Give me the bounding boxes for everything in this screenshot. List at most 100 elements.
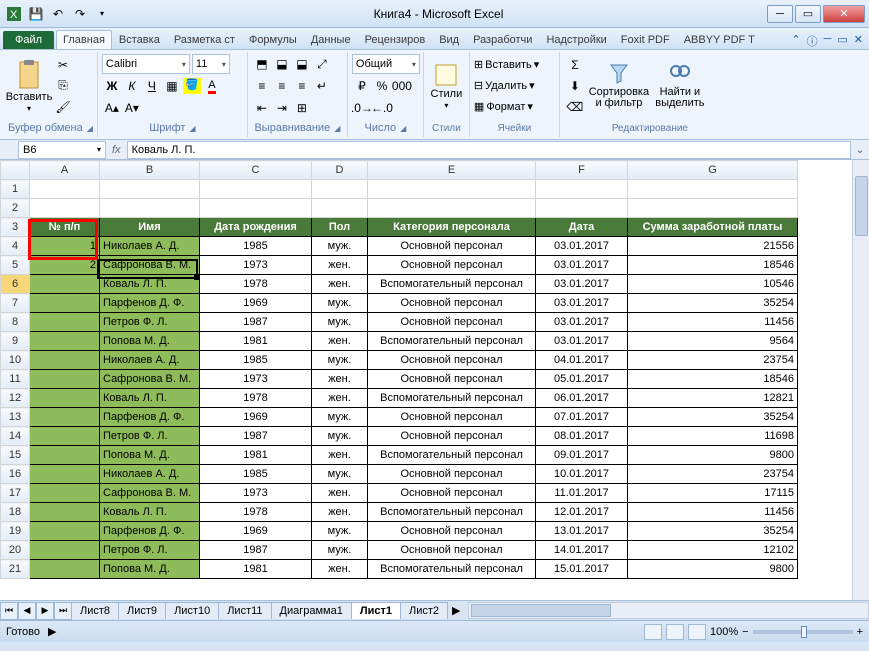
row-header[interactable]: 17 bbox=[1, 484, 30, 503]
cell-date[interactable]: 07.01.2017 bbox=[536, 408, 628, 427]
maximize-button[interactable]: ▭ bbox=[795, 5, 821, 23]
cell[interactable] bbox=[200, 199, 312, 218]
cell-dob[interactable]: 1973 bbox=[200, 370, 312, 389]
cell-sex[interactable]: жен. bbox=[312, 503, 368, 522]
row-header[interactable]: 19 bbox=[1, 522, 30, 541]
table-header-cell[interactable]: № п/п bbox=[30, 218, 100, 237]
cell-date[interactable]: 08.01.2017 bbox=[536, 427, 628, 446]
row-header[interactable]: 6 bbox=[1, 275, 30, 294]
cell-sex[interactable]: муж. bbox=[312, 427, 368, 446]
cell-name[interactable]: Сафронова В. М. bbox=[100, 256, 200, 275]
cell-num[interactable] bbox=[30, 560, 100, 579]
cell-cat[interactable]: Вспомогательный персонал bbox=[368, 332, 536, 351]
row-header[interactable]: 7 bbox=[1, 294, 30, 313]
sort-filter-button[interactable]: Сортировка и фильтр bbox=[588, 54, 650, 118]
fill-icon[interactable]: ⬇ bbox=[564, 75, 586, 96]
sheet-tab[interactable]: Лист1 bbox=[351, 602, 401, 619]
view-break-icon[interactable] bbox=[688, 624, 706, 640]
cell-num[interactable] bbox=[30, 541, 100, 560]
cell-sum[interactable]: 18546 bbox=[628, 256, 798, 275]
cell-dob[interactable]: 1978 bbox=[200, 275, 312, 294]
format-painter-icon[interactable]: 🖌 bbox=[52, 96, 74, 117]
cell-cat[interactable]: Вспомогательный персонал bbox=[368, 560, 536, 579]
cell-cat[interactable]: Основной персонал bbox=[368, 522, 536, 541]
underline-button[interactable]: Ч bbox=[142, 76, 162, 96]
font-color-button[interactable]: A bbox=[202, 76, 222, 96]
merge-icon[interactable]: ⊞ bbox=[292, 98, 312, 118]
grow-font-icon[interactable]: A▴ bbox=[102, 98, 122, 118]
doc-min-icon[interactable]: ─ bbox=[824, 33, 832, 49]
align-right-icon[interactable]: ≡ bbox=[292, 76, 312, 96]
cell-name[interactable]: Петров Ф. Л. bbox=[100, 427, 200, 446]
cell[interactable] bbox=[30, 180, 100, 199]
zoom-slider[interactable] bbox=[753, 630, 853, 634]
sheet-tab[interactable]: Диаграмма1 bbox=[271, 602, 352, 619]
tab-вставка[interactable]: Вставка bbox=[112, 30, 167, 49]
cell[interactable] bbox=[628, 199, 798, 218]
row-header[interactable]: 11 bbox=[1, 370, 30, 389]
cell-dob[interactable]: 1969 bbox=[200, 294, 312, 313]
cell-dob[interactable]: 1978 bbox=[200, 503, 312, 522]
sheet-tab[interactable]: Лист2 bbox=[400, 602, 448, 619]
cell-dob[interactable]: 1981 bbox=[200, 446, 312, 465]
cell-sex[interactable]: жен. bbox=[312, 560, 368, 579]
cell-name[interactable]: Парфенов Д. Ф. bbox=[100, 522, 200, 541]
minimize-button[interactable]: ─ bbox=[767, 5, 793, 23]
cell-cat[interactable]: Основной персонал bbox=[368, 351, 536, 370]
align-middle-icon[interactable]: ⬓ bbox=[272, 54, 292, 74]
cell-dob[interactable]: 1985 bbox=[200, 351, 312, 370]
tab-главная[interactable]: Главная bbox=[56, 30, 112, 49]
cell[interactable] bbox=[368, 180, 536, 199]
cell-sex[interactable]: муж. bbox=[312, 465, 368, 484]
currency-icon[interactable]: ₽ bbox=[352, 76, 372, 96]
cell-sex[interactable]: жен. bbox=[312, 256, 368, 275]
cell-sum[interactable]: 11698 bbox=[628, 427, 798, 446]
cell-name[interactable]: Парфенов Д. Ф. bbox=[100, 294, 200, 313]
cell-date[interactable]: 03.01.2017 bbox=[536, 332, 628, 351]
cell-sex[interactable]: муж. bbox=[312, 408, 368, 427]
cell[interactable] bbox=[368, 199, 536, 218]
zoom-level[interactable]: 100% bbox=[710, 626, 738, 638]
row-header[interactable]: 20 bbox=[1, 541, 30, 560]
find-select-button[interactable]: Найти и выделить bbox=[652, 54, 708, 118]
cell-name[interactable]: Николаев А. Д. bbox=[100, 351, 200, 370]
tab-вид[interactable]: Вид bbox=[432, 30, 466, 49]
cell-num[interactable] bbox=[30, 503, 100, 522]
cell-date[interactable]: 03.01.2017 bbox=[536, 275, 628, 294]
cell-date[interactable]: 05.01.2017 bbox=[536, 370, 628, 389]
comma-icon[interactable]: 000 bbox=[392, 76, 412, 96]
tab-формулы[interactable]: Формулы bbox=[242, 30, 304, 49]
cell-cat[interactable]: Вспомогательный персонал bbox=[368, 503, 536, 522]
paste-button[interactable]: Вставить▾ bbox=[8, 54, 50, 118]
cell-sex[interactable]: жен. bbox=[312, 484, 368, 503]
cell-num[interactable] bbox=[30, 351, 100, 370]
redo-icon[interactable]: ↷ bbox=[70, 4, 90, 24]
cell-sum[interactable]: 35254 bbox=[628, 522, 798, 541]
autosum-icon[interactable]: Σ bbox=[564, 54, 586, 75]
row-header[interactable]: 10 bbox=[1, 351, 30, 370]
tab-надстройки[interactable]: Надстройки bbox=[539, 30, 613, 49]
cell-dob[interactable]: 1969 bbox=[200, 522, 312, 541]
cell-date[interactable]: 04.01.2017 bbox=[536, 351, 628, 370]
doc-restore-icon[interactable]: ▭ bbox=[837, 33, 847, 49]
tab-foxit pdf[interactable]: Foxit PDF bbox=[614, 30, 677, 49]
cell-sum[interactable]: 10546 bbox=[628, 275, 798, 294]
qat-more-icon[interactable]: ▾ bbox=[92, 4, 112, 24]
cut-icon[interactable]: ✂ bbox=[52, 54, 74, 75]
col-header-E[interactable]: E bbox=[368, 161, 536, 180]
cell[interactable] bbox=[536, 199, 628, 218]
cell-name[interactable]: Николаев А. Д. bbox=[100, 237, 200, 256]
tab-рецензиров[interactable]: Рецензиров bbox=[358, 30, 433, 49]
cell-sex[interactable]: муж. bbox=[312, 294, 368, 313]
tab-nav-first-icon[interactable]: ⏮ bbox=[0, 602, 18, 620]
cell-name[interactable]: Петров Ф. Л. bbox=[100, 313, 200, 332]
dec-decimal-icon[interactable]: ←.0 bbox=[372, 98, 392, 118]
cell-date[interactable]: 14.01.2017 bbox=[536, 541, 628, 560]
cell-cat[interactable]: Основной персонал bbox=[368, 465, 536, 484]
cell-name[interactable]: Николаев А. Д. bbox=[100, 465, 200, 484]
cell[interactable] bbox=[312, 199, 368, 218]
cell-date[interactable]: 06.01.2017 bbox=[536, 389, 628, 408]
col-header-D[interactable]: D bbox=[312, 161, 368, 180]
cell-sum[interactable]: 35254 bbox=[628, 408, 798, 427]
cells-insert-button[interactable]: ⊞Вставить ▾ bbox=[474, 54, 539, 75]
